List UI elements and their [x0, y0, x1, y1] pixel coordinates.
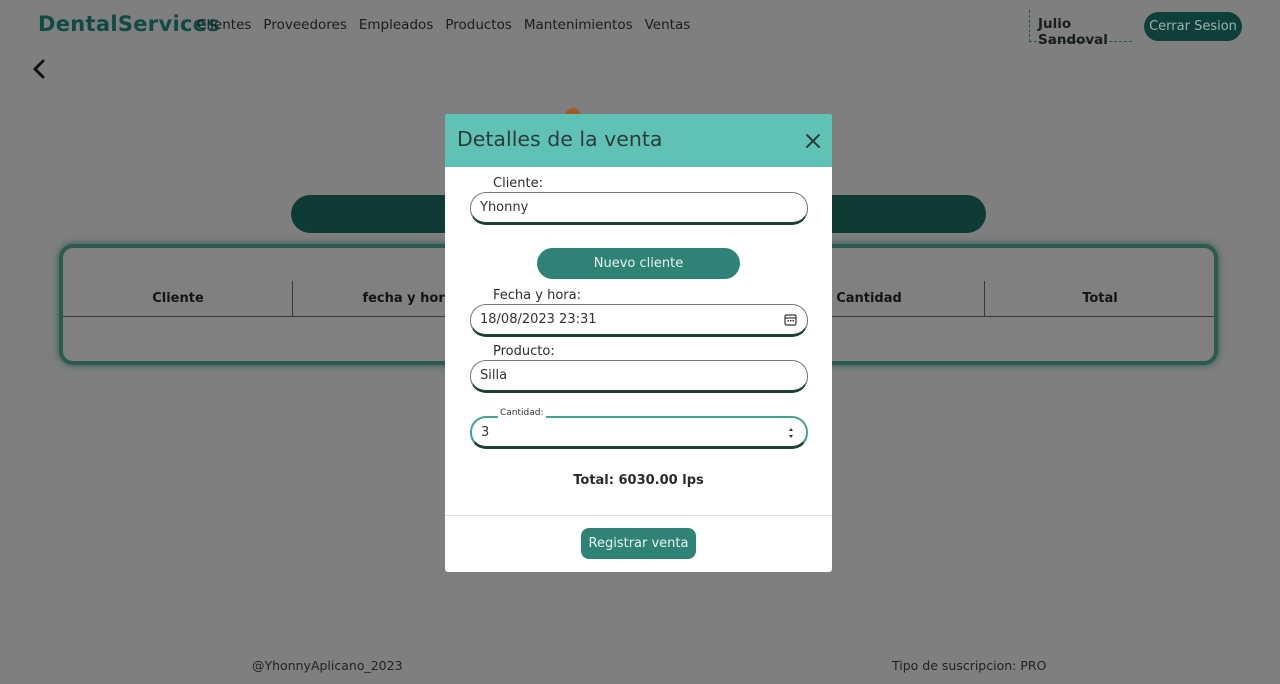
modal-title: Detalles de la venta	[457, 127, 663, 151]
cliente-label: Cliente:	[493, 176, 544, 191]
nav-item-empleados[interactable]: Empleados	[359, 17, 433, 33]
modal-divider	[445, 515, 832, 516]
producto-label: Producto:	[493, 344, 555, 359]
brand-logo[interactable]: DentalServices	[38, 12, 220, 36]
calendar-icon[interactable]	[784, 313, 797, 326]
footer-handle: @YhonnyAplicano_2023	[252, 658, 403, 673]
table-header-cliente: Cliente	[152, 291, 204, 306]
cantidad-value: 3	[481, 425, 490, 440]
fecha-input[interactable]: 18/08/2023 23:31	[470, 304, 808, 337]
top-navbar: DentalServices Clientes Proveedores Empl…	[0, 0, 1280, 52]
fecha-value: 18/08/2023 23:31	[480, 312, 597, 327]
nav-item-ventas[interactable]: Ventas	[645, 17, 691, 33]
register-sale-button[interactable]: Registrar venta	[581, 528, 696, 559]
total-display: Total: 6030.00 lps	[445, 473, 832, 488]
total-label: Total:	[573, 473, 614, 488]
cantidad-input[interactable]: 3	[470, 416, 808, 449]
fecha-label: Fecha y hora:	[493, 288, 581, 303]
table-header-total: Total	[1082, 291, 1118, 306]
sale-details-modal: Detalles de la venta Cliente: Yhonny Nue…	[445, 114, 832, 572]
user-name[interactable]: Julio Sandoval	[1029, 10, 1132, 48]
nav-item-mantenimientos[interactable]: Mantenimientos	[524, 17, 633, 33]
main-nav: Clientes Proveedores Empleados Productos…	[197, 17, 690, 33]
chevron-left-icon[interactable]	[30, 58, 48, 80]
modal-header: Detalles de la venta	[445, 114, 832, 167]
nav-item-proveedores[interactable]: Proveedores	[263, 17, 346, 33]
cliente-input[interactable]: Yhonny	[470, 192, 808, 225]
nav-item-clientes[interactable]: Clientes	[197, 17, 251, 33]
footer-subscription: Tipo de suscripcion: PRO	[892, 658, 1047, 673]
new-client-button[interactable]: Nuevo cliente	[537, 248, 740, 279]
producto-input[interactable]: Silla	[470, 360, 808, 393]
cantidad-label: Cantidad:	[498, 408, 546, 418]
close-icon[interactable]	[804, 132, 822, 150]
nav-item-productos[interactable]: Productos	[445, 17, 512, 33]
logout-button[interactable]: Cerrar Sesion	[1144, 12, 1242, 41]
total-value: 6030.00 lps	[618, 473, 704, 488]
spinner-icon[interactable]	[788, 426, 794, 440]
